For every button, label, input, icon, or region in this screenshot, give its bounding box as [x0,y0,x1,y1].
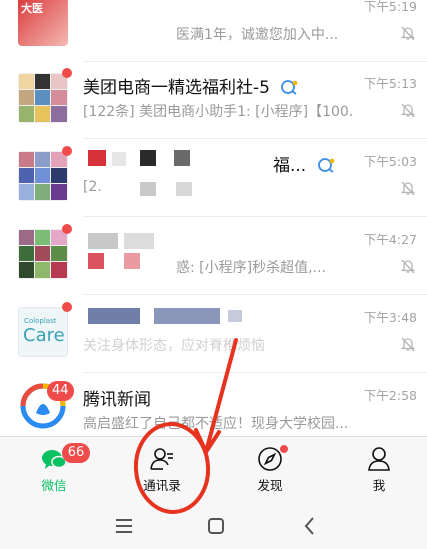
person-icon [368,447,390,471]
system-nav-bar [0,502,427,549]
row-divider [83,61,427,62]
avatar-text: 大医 [21,2,43,15]
chat-bubble-tag-icon [281,80,298,95]
unread-total-badge: 66 [62,443,90,463]
group-avatar [18,229,68,279]
unread-count-badge: 44 [47,381,74,401]
chat-row[interactable]: 惑: [小程序]秒杀超值,... 下午4:27 [0,223,427,295]
tab-chats[interactable]: 66 微信 [14,437,94,503]
row-divider [83,372,427,373]
unread-dot [62,302,72,312]
redacted-block [174,150,190,166]
redacted-block [112,152,126,166]
redacted-block [140,182,156,196]
unread-dot [62,146,72,156]
home-square-icon[interactable] [204,514,228,538]
chat-preview: 关注身体形态，应对脊椎烦恼 [83,338,265,354]
mute-bell-icon [400,259,416,274]
chat-row[interactable]: Coloplast Care 关注身体形态，应对脊椎烦恼 下午3:48 [0,301,427,373]
chat-bubble-tag-icon [317,158,334,173]
redacted-block [88,253,104,269]
row-divider [83,216,427,217]
chat-preview: 医满1年，诚邀您加入中... [176,27,339,43]
tab-label: 我 [372,478,386,493]
group-avatar [18,151,68,201]
redacted-block [88,150,106,166]
chat-time: 下午2:58 [363,388,417,403]
unread-dot [62,224,72,234]
chat-row[interactable]: 美团电商一精选福利社-5 [122条] 美团电商小助手1: [小程序]【100.… [0,67,427,139]
redacted-block [154,308,220,324]
mute-bell-icon [400,181,416,196]
tab-label: 发现 [257,478,283,493]
mute-bell-icon [400,103,416,118]
chat-preview: [2... [83,179,103,195]
chat-time: 下午5:03 [363,154,417,169]
back-chevron-icon[interactable] [298,514,322,538]
tab-me[interactable]: 我 [339,437,419,503]
group-avatar [18,73,68,123]
chat-preview: [122条] 美团电商小助手1: [小程序]【100... [83,104,353,120]
chat-row[interactable]: 大医 医满1年，诚邀您加入中... 下午5:19 [0,0,427,62]
chat-title: 腾讯新闻 [83,390,151,410]
bottom-tab-bar: 66 微信 通讯录 发现 我 [0,436,427,502]
tab-label: 通讯录 [143,478,181,493]
chat-list: 大医 医满1年，诚邀您加入中... 下午5:19 美团电商一精选福利社-5 [1… [0,0,427,436]
redacted-block [124,233,154,249]
mute-bell-icon [400,26,416,41]
new-indicator-dot [280,445,288,453]
redacted-block [176,182,192,196]
row-divider [83,138,427,139]
chat-title: 美团电商一精选福利社-5 [83,73,299,98]
unread-dot [62,68,72,78]
chat-avatar: 大医 [18,0,68,46]
chat-title-text: 美团电商一精选福利社-5 [83,78,270,98]
chat-title-text: 福... [273,156,307,176]
brand-avatar: Coloplast Care [18,307,68,357]
tab-discover[interactable]: 发现 [230,437,310,503]
redacted-block [88,308,140,324]
avatar-brand-large: Care [23,325,65,346]
tab-contacts[interactable]: 通讯录 [122,437,202,503]
chat-row[interactable]: 44 腾讯新闻 高启盛红了自己都不适应！现身大学校园... 下午2:58 [0,379,427,436]
chat-time: 下午5:19 [363,0,417,14]
redacted-block [228,310,242,322]
contacts-icon [150,448,173,470]
row-divider [83,294,427,295]
chat-time: 下午3:48 [363,310,417,325]
chat-time: 下午4:27 [363,232,417,247]
menu-icon[interactable] [112,514,136,538]
chat-time: 下午5:13 [363,76,417,91]
redacted-block [88,233,118,249]
chat-title: 福... [273,151,336,176]
mute-bell-icon [400,337,416,352]
chat-preview: 高启盛红了自己都不适应！现身大学校园... [83,416,349,432]
chat-preview: 惑: [小程序]秒杀超值,... [176,260,326,276]
tab-label: 微信 [41,478,67,493]
redacted-block [140,150,156,166]
chat-row[interactable]: 福... [2... 下午5:03 [0,145,427,217]
redacted-block [124,253,140,269]
avatar-brand-small: Coloplast [24,317,57,325]
